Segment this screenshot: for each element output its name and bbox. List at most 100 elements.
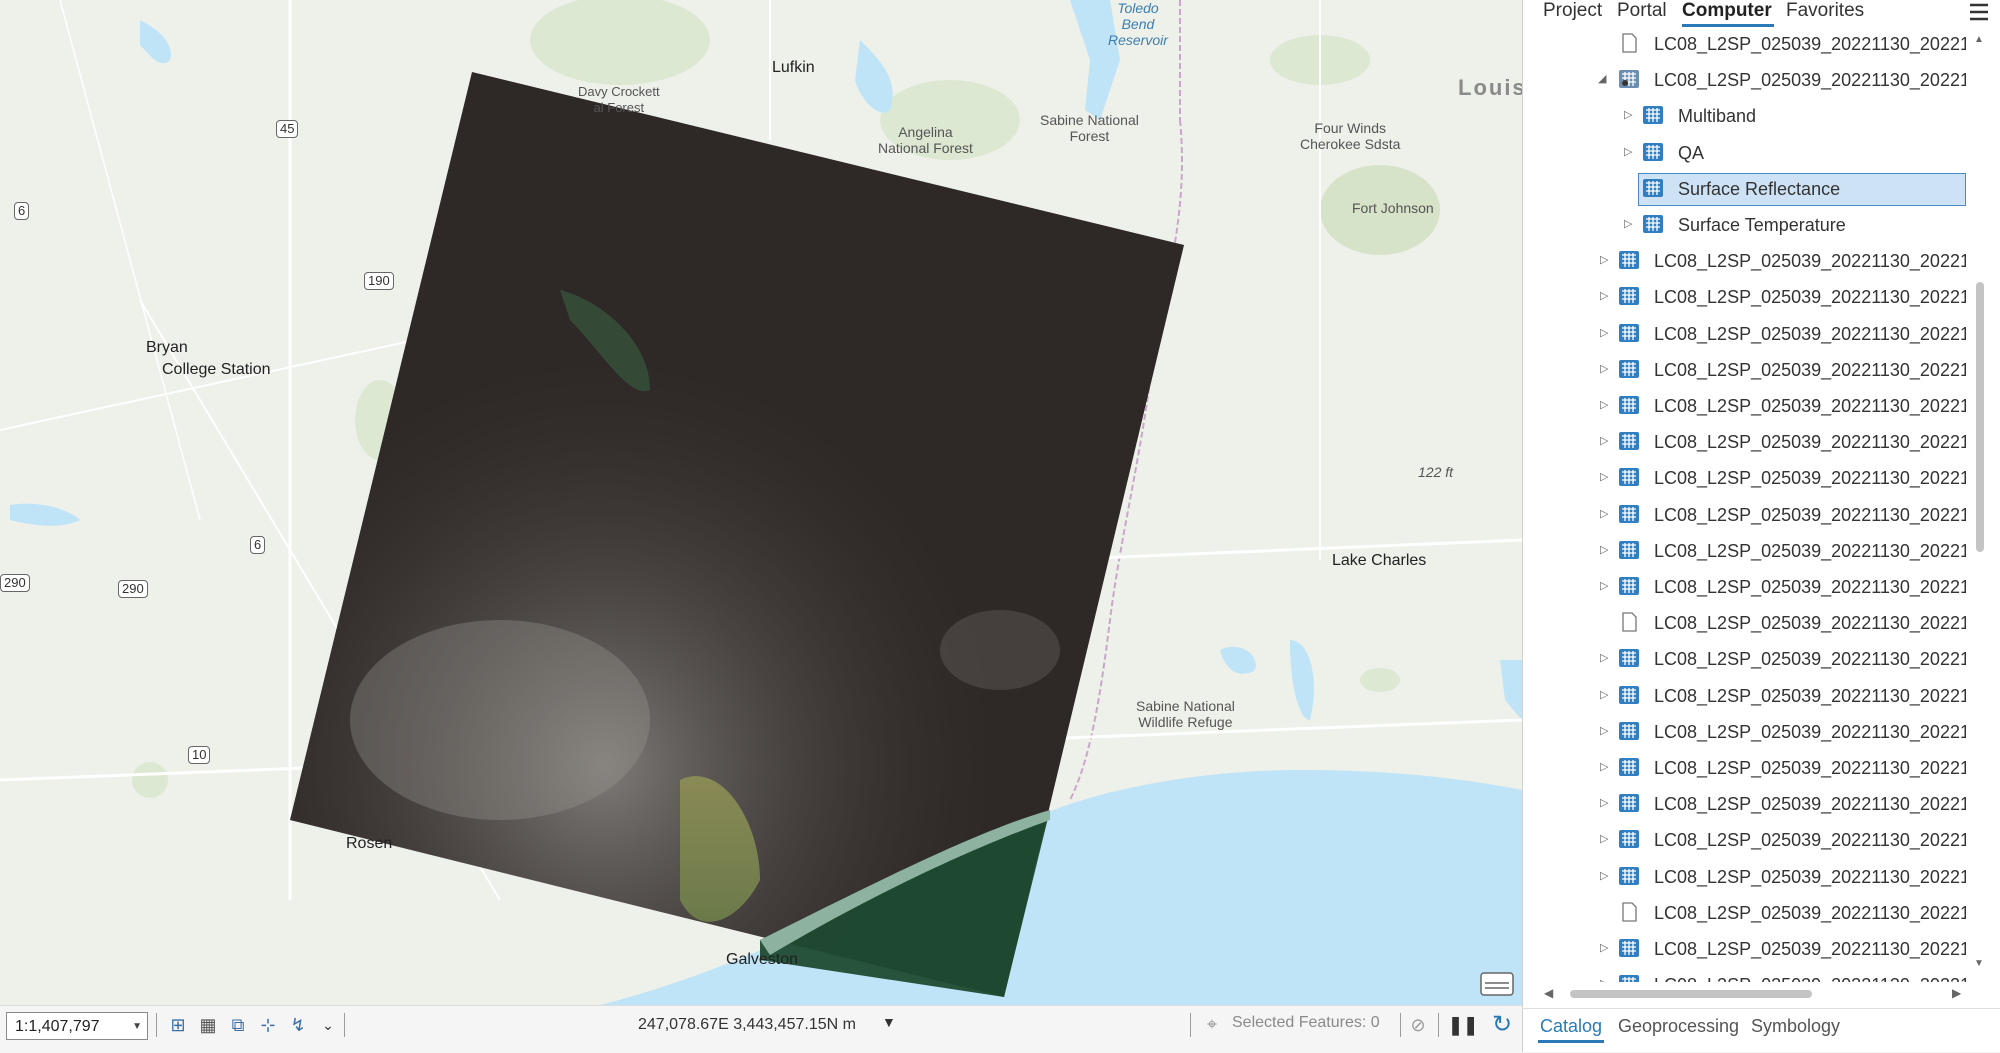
list-item[interactable]: ▷ LC08_L2SP_025039_20221130_2022120 <box>1534 642 1966 678</box>
expand-arrow-icon[interactable]: ▷ <box>1600 326 1608 339</box>
map-label-fort-johnson: Fort Johnson <box>1352 200 1434 216</box>
refresh-icon[interactable]: ↻ <box>1490 1013 1514 1037</box>
tab-project[interactable]: Project <box>1543 0 1602 22</box>
list-item[interactable]: ▷ LC08_L2SP_025039_20221130_2022120 <box>1534 570 1966 606</box>
list-item[interactable]: LC08_L2SP_025039_20221130_2022120 <box>1534 896 1966 932</box>
list-item[interactable]: ▷ LC08_L2SP_025039_20221130_2022120 <box>1534 425 1966 461</box>
clear-selection-icon[interactable]: ⊘ <box>1406 1013 1430 1037</box>
list-item-label: LC08_L2SP_025039_20221130_2022120 <box>1654 866 1966 887</box>
expand-arrow-icon[interactable]: ▷ <box>1600 651 1608 664</box>
list-item[interactable]: LC08_L2SP_025039_20221130_2022120 <box>1534 606 1966 642</box>
list-item[interactable]: ▷ LC08_L2SP_025039_20221130_2022120 <box>1534 715 1966 751</box>
list-item[interactable]: ▷ LC08_L2SP_025039_20221130_2022120 <box>1534 534 1966 570</box>
list-item-label: LC08_L2SP_025039_20221130_2022120 <box>1654 830 1966 851</box>
collapse-arrow-icon[interactable]: ◢ <box>1598 72 1606 85</box>
expand-arrow-icon[interactable]: ▷ <box>1600 434 1608 447</box>
expand-arrow-icon[interactable]: ▷ <box>1600 253 1608 266</box>
file-icon <box>1618 612 1640 632</box>
chevron-down-icon[interactable]: ⌄ <box>316 1013 340 1037</box>
list-item[interactable]: ▷ LC08_L2SP_025039_20221130_2022120 <box>1534 461 1966 497</box>
scroll-down-icon[interactable]: ▼ <box>1974 958 1984 969</box>
scroll-left-icon[interactable]: ◀ <box>1544 986 1553 1000</box>
list-item[interactable]: ▷ LC08_L2SP_025039_20221130_2022120 <box>1534 317 1966 353</box>
expand-arrow-icon[interactable]: ▷ <box>1600 869 1608 882</box>
constraint-icon[interactable]: ⊹ <box>256 1013 280 1037</box>
expand-arrow-icon[interactable]: ▷ <box>1600 941 1608 954</box>
vertical-scrollbar[interactable]: ▲ ▼ <box>1970 30 1990 985</box>
add-grid-icon[interactable]: ⊞ <box>166 1013 190 1037</box>
list-item[interactable]: ▷ LC08_L2SP_025039_20221130_2022120 <box>1534 389 1966 425</box>
tab-portal[interactable]: Portal <box>1617 0 1667 22</box>
tab-geoprocessing[interactable]: Geoprocessing <box>1618 1016 1739 1037</box>
basemap-icon[interactable] <box>1478 970 1516 998</box>
scroll-right-icon[interactable]: ▶ <box>1952 986 1961 1000</box>
list-item[interactable]: ▷ LC08_L2SP_025039_20221130_2022120 <box>1534 280 1966 316</box>
expand-arrow-icon[interactable]: ▷ <box>1600 832 1608 845</box>
expand-arrow-icon[interactable]: ▷ <box>1600 579 1608 592</box>
tab-catalog[interactable]: Catalog <box>1540 1016 1602 1037</box>
map-label-lake-charles: Lake Charles <box>1332 552 1427 569</box>
raster-icon <box>1618 648 1640 668</box>
list-item[interactable]: ▷ LC08_L2SP_025039_20221130_2022120 <box>1534 244 1966 280</box>
snapping-icon[interactable]: ⧉ <box>226 1013 250 1037</box>
tab-computer[interactable]: Computer <box>1682 0 1772 22</box>
list-item[interactable]: ▷ LC08_L2SP_025039_20221130_2022120 <box>1534 498 1966 534</box>
expand-arrow-icon[interactable]: ▷ <box>1600 977 1608 982</box>
list-item[interactable]: ▷ LC08_L2SP_025039_20221130_2022120 <box>1534 860 1966 896</box>
expand-arrow-icon[interactable]: ▷ <box>1600 362 1608 375</box>
tab-symbology[interactable]: Symbology <box>1751 1016 1840 1037</box>
list-item[interactable]: ▷ LC08_L2SP_025039_20221130_2022120 <box>1534 823 1966 859</box>
list-item[interactable]: ▷ QA <box>1534 136 1966 172</box>
horizontal-scrollbar[interactable]: ◀ ▶ <box>1540 985 1961 1003</box>
list-item[interactable]: LC08_L2SP_025039_20221130_2022120 <box>1534 27 1966 63</box>
list-item-label: LC08_L2SP_025039_20221130_2022120 <box>1654 540 1966 561</box>
list-item-label: LC08_L2SP_025039_20221130_2022120 <box>1654 649 1966 670</box>
expand-arrow-icon[interactable]: ▷ <box>1600 289 1608 302</box>
list-item[interactable]: ▷ Multiband <box>1534 99 1966 135</box>
status-separator <box>1438 1013 1439 1037</box>
menu-icon[interactable] <box>1968 2 1990 22</box>
highway-shield-i10: 10 <box>188 746 211 764</box>
selected-features-count: Selected Features: 0 <box>1232 1014 1380 1031</box>
map-label-elevation: 122 ft <box>1418 464 1454 480</box>
list-item[interactable]: ▷ LC08_L2SP_025039_20221130_2022120 <box>1534 932 1966 968</box>
list-item[interactable]: ▷ Surface Temperature <box>1534 208 1966 244</box>
pause-drawing-icon[interactable]: ❚❚ <box>1448 1013 1478 1037</box>
expand-arrow-icon[interactable]: ▷ <box>1600 760 1608 773</box>
coordinate-units-dropdown[interactable]: ▼ <box>882 1014 896 1030</box>
list-item-label: LC08_L2SP_025039_20221130_2022120 <box>1654 902 1966 923</box>
highway-shield-r6b: 6 <box>250 536 266 554</box>
scroll-thumb[interactable] <box>1976 282 1984 552</box>
grid-icon[interactable]: ▦ <box>196 1013 220 1037</box>
tab-favorites[interactable]: Favorites <box>1786 0 1864 22</box>
expand-arrow-icon[interactable]: ▷ <box>1600 543 1608 556</box>
list-item-label: LC08_L2SP_025039_20221130_2022120 <box>1654 34 1966 54</box>
expand-arrow-icon[interactable]: ▷ <box>1600 398 1608 411</box>
expand-arrow-icon[interactable]: ▷ <box>1624 217 1632 230</box>
expand-arrow-icon[interactable]: ▷ <box>1600 796 1608 809</box>
north-arrow-icon[interactable]: ↯ <box>286 1013 310 1037</box>
map-label-davy-crockett: Davy Crockett al Forest <box>578 84 660 115</box>
raster-icon <box>1618 974 1640 982</box>
list-item[interactable]: Surface Reflectance <box>1534 172 1966 208</box>
expand-arrow-icon[interactable]: ▷ <box>1600 470 1608 483</box>
list-item[interactable]: ◢ LC08_L2SP_025039_20221130_2022120 <box>1534 63 1966 99</box>
scale-dropdown[interactable]: 1:1,407,797 ▼ <box>6 1012 148 1040</box>
scroll-up-icon[interactable]: ▲ <box>1974 34 1984 45</box>
list-item[interactable]: ▷ LC08_L2SP_025039_20221130_2022120 <box>1534 679 1966 715</box>
list-item[interactable]: ▷ LC08_L2SP_025039_20221130_2022120 <box>1534 353 1966 389</box>
map-view[interactable]: Toledo Bend Reservoir Lufkin Davy Crocke… <box>0 0 1522 1005</box>
expand-arrow-icon[interactable]: ▷ <box>1624 108 1632 121</box>
list-item-label: LC08_L2SP_025039_20221130_2022120 <box>1654 396 1966 416</box>
select-features-icon: ⌖ <box>1206 1014 1218 1034</box>
expand-arrow-icon[interactable]: ▷ <box>1600 688 1608 701</box>
map-label-four-winds: Four Winds Cherokee Sdsta <box>1300 120 1401 152</box>
list-item[interactable]: ▷ LC08_L2SP_025039_20221130_2022120 <box>1534 751 1966 787</box>
raster-icon <box>1618 576 1640 596</box>
expand-arrow-icon[interactable]: ▷ <box>1600 724 1608 737</box>
scroll-thumb[interactable] <box>1570 990 1812 998</box>
list-item[interactable]: ▷ LC08_L2SP_025039_20221130_2022120 <box>1534 787 1966 823</box>
expand-arrow-icon[interactable]: ▷ <box>1600 507 1608 520</box>
list-item[interactable]: ▷ LC08_L2SP_025039_20221130_2022120 <box>1534 968 1966 982</box>
expand-arrow-icon[interactable]: ▷ <box>1624 145 1632 158</box>
